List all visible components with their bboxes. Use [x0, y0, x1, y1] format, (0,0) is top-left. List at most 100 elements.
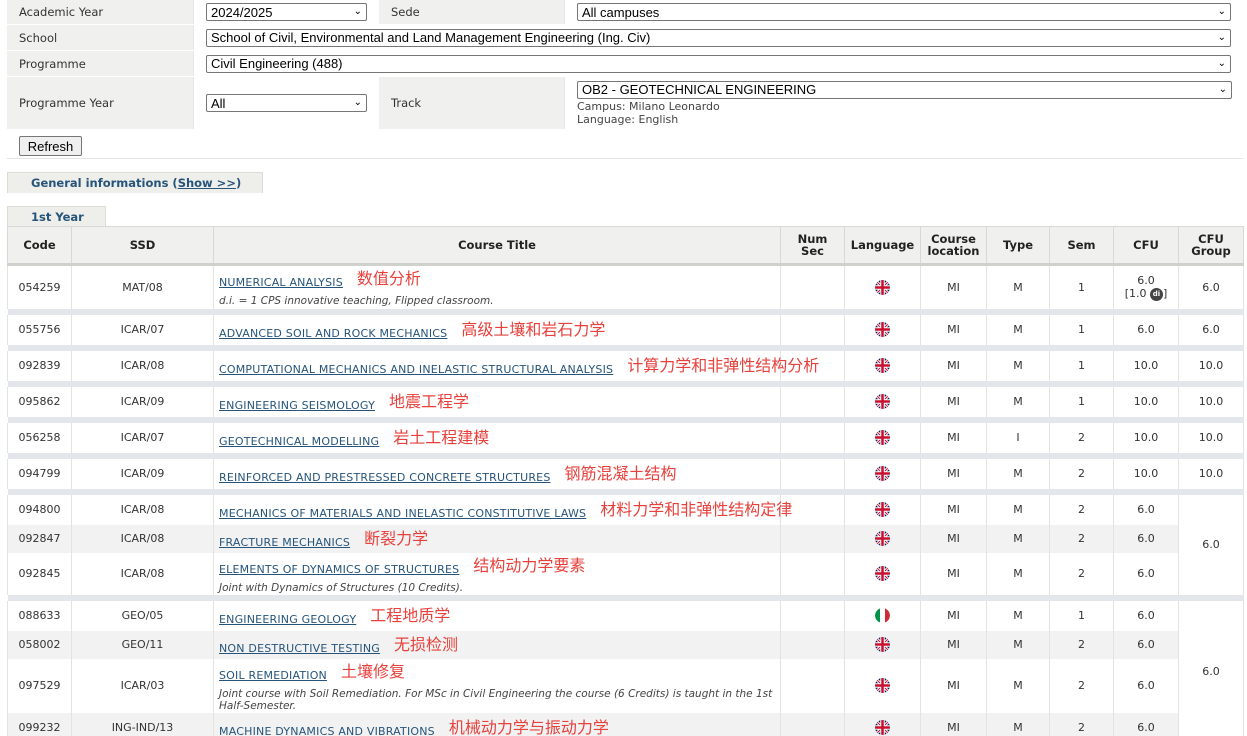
- course-sem: 1: [1049, 264, 1114, 309]
- course-type: M: [986, 712, 1050, 736]
- course-cfu: 6.0: [1113, 712, 1179, 736]
- course-title-link[interactable]: NON DESTRUCTIVE TESTING: [219, 642, 380, 655]
- course-ssd: ICAR/08: [71, 524, 214, 553]
- course-location: MI: [920, 458, 987, 489]
- chinese-annotation: 钢筋混凝土结构: [564, 463, 677, 483]
- course-cfu: 6.0: [1113, 630, 1179, 659]
- track-select[interactable]: OB2 - GEOTECHNICAL ENGINEERING ⌄: [577, 80, 1232, 99]
- tab-1st-year[interactable]: 1st Year: [7, 206, 106, 226]
- course-location: MI: [920, 264, 987, 309]
- course-type: M: [986, 386, 1050, 417]
- sede-select[interactable]: All campuses ⌄: [577, 3, 1231, 21]
- course-title-cell: REINFORCED AND PRESTRESSED CONCRETE STRU…: [213, 458, 781, 489]
- course-title-link[interactable]: COMPUTATIONAL MECHANICS AND INELASTIC ST…: [219, 363, 613, 376]
- course-title-link[interactable]: NUMERICAL ANALYSIS: [219, 276, 343, 289]
- course-ssd: ICAR/03: [71, 658, 214, 713]
- chinese-annotation: 工程地质学: [370, 605, 451, 625]
- course-note: Joint course with Soil Remediation. For …: [219, 687, 773, 712]
- course-type: M: [986, 552, 1050, 595]
- course-location: MI: [920, 712, 987, 736]
- course-cfu: 6.0: [1113, 494, 1179, 525]
- school-select[interactable]: School of Civil, Environmental and Land …: [206, 28, 1231, 47]
- course-title-link[interactable]: FRACTURE MECHANICS: [219, 536, 350, 549]
- course-ssd: ING-IND/13: [71, 712, 214, 736]
- header-cfu-group: CFU Group: [1178, 226, 1244, 266]
- course-title-cell: ENGINEERING GEOLOGY 工程地质学: [213, 600, 781, 631]
- header-num-sec: Num Sec: [780, 226, 845, 266]
- programme-year-select[interactable]: All ⌄: [206, 94, 367, 112]
- chinese-annotation: 计算力学和非弹性结构分析: [627, 355, 820, 375]
- uk-flag-icon: [875, 531, 890, 546]
- course-title-link[interactable]: GEOTECHNICAL MODELLING: [219, 435, 379, 448]
- course-title-link[interactable]: MACHINE DYNAMICS AND VIBRATIONS: [219, 725, 435, 736]
- course-cfu: 10.0: [1113, 422, 1179, 453]
- course-cfu: 6.0: [1113, 314, 1179, 345]
- chevron-down-icon: ⌄: [1217, 57, 1226, 69]
- num-sec: [780, 552, 845, 595]
- cfu-group: 10.0: [1178, 350, 1244, 381]
- course-title-cell: ENGINEERING SEISMOLOGY 地震工程学: [213, 386, 781, 417]
- course-title-link[interactable]: ENGINEERING GEOLOGY: [219, 613, 356, 626]
- uk-flag-icon: [875, 358, 890, 373]
- course-title-cell: ADVANCED SOIL AND ROCK MECHANICS 高级土壤和岩石力…: [213, 314, 781, 345]
- course-sem: 2: [1049, 712, 1114, 736]
- course-type: M: [986, 658, 1050, 713]
- uk-flag-icon: [875, 566, 890, 581]
- refresh-button[interactable]: Refresh: [19, 136, 82, 156]
- course-title-link[interactable]: ENGINEERING SEISMOLOGY: [219, 399, 375, 412]
- track-language: Language: English: [577, 112, 679, 126]
- course-type: M: [986, 630, 1050, 659]
- course-title-link[interactable]: MECHANICS OF MATERIALS AND INELASTIC CON…: [219, 507, 586, 520]
- header-code: Code: [7, 226, 72, 266]
- course-note: d.i. = 1 CPS innovative teaching, Flippe…: [219, 295, 494, 308]
- uk-flag-icon: [875, 394, 890, 409]
- show-general-link[interactable]: Show >>: [178, 176, 236, 190]
- innovative-teaching-icon: di: [1150, 287, 1163, 301]
- cfu-group: 10.0: [1178, 458, 1244, 489]
- header-type: Type: [986, 226, 1050, 266]
- chevron-down-icon: ⌄: [353, 6, 362, 17]
- course-title-link[interactable]: SOIL REMEDIATION: [219, 669, 327, 682]
- header-language: Language: [844, 226, 921, 266]
- language-cell: [844, 600, 921, 631]
- course-cfu: 6.0: [1113, 658, 1179, 713]
- course-type: M: [986, 458, 1050, 489]
- course-code: 055756: [7, 314, 72, 345]
- course-code: 094800: [7, 494, 72, 525]
- uk-flag-icon: [875, 430, 890, 445]
- course-sem: 2: [1049, 494, 1114, 525]
- num-sec: [780, 386, 845, 417]
- course-code: 099232: [7, 712, 72, 736]
- academic-year-label: Academic Year: [7, 0, 193, 24]
- table-row: 058002 GEO/11 NON DESTRUCTIVE TESTING 无损检测 M…: [7, 630, 1244, 659]
- header-sem: Sem: [1049, 226, 1114, 266]
- course-title-cell: ELEMENTS OF DYNAMICS OF STRUCTURES 结构动力学要…: [213, 552, 781, 595]
- course-code: 092847: [7, 524, 72, 553]
- course-cfu: 10.0: [1113, 350, 1179, 381]
- cfu-group: 6.0: [1178, 494, 1244, 595]
- course-location: MI: [920, 386, 987, 417]
- course-code: 094799: [7, 458, 72, 489]
- table-row: 055756 ICAR/07 ADVANCED SOIL AND ROCK MECH…: [7, 314, 1244, 345]
- course-title-link[interactable]: REINFORCED AND PRESTRESSED CONCRETE STRU…: [219, 471, 551, 484]
- course-cfu: 10.0: [1113, 458, 1179, 489]
- course-title-cell: FRACTURE MECHANICS 断裂力学: [213, 524, 781, 553]
- chinese-annotation: 岩土工程建模: [393, 427, 490, 447]
- course-location: MI: [920, 314, 987, 345]
- language-cell: [844, 552, 921, 595]
- course-title-cell: COMPUTATIONAL MECHANICS AND INELASTIC ST…: [213, 350, 819, 381]
- course-type: I: [986, 422, 1050, 453]
- chevron-down-icon: ⌄: [1217, 31, 1226, 43]
- course-location: MI: [920, 630, 987, 659]
- course-title-link[interactable]: ADVANCED SOIL AND ROCK MECHANICS: [219, 327, 447, 340]
- course-location: MI: [920, 494, 987, 525]
- academic-year-select[interactable]: 2024/2025 ⌄: [206, 3, 367, 21]
- programme-select[interactable]: Civil Engineering (488) ⌄: [206, 54, 1231, 73]
- uk-flag-icon: [875, 502, 890, 517]
- course-ssd: ICAR/09: [71, 386, 214, 417]
- general-info-tab: General informations (Show >>): [7, 172, 263, 193]
- course-title-link[interactable]: ELEMENTS OF DYNAMICS OF STRUCTURES: [219, 563, 459, 576]
- cfu-group: 10.0: [1178, 422, 1244, 453]
- course-sem: 2: [1049, 552, 1114, 595]
- chinese-annotation: 地震工程学: [389, 391, 470, 411]
